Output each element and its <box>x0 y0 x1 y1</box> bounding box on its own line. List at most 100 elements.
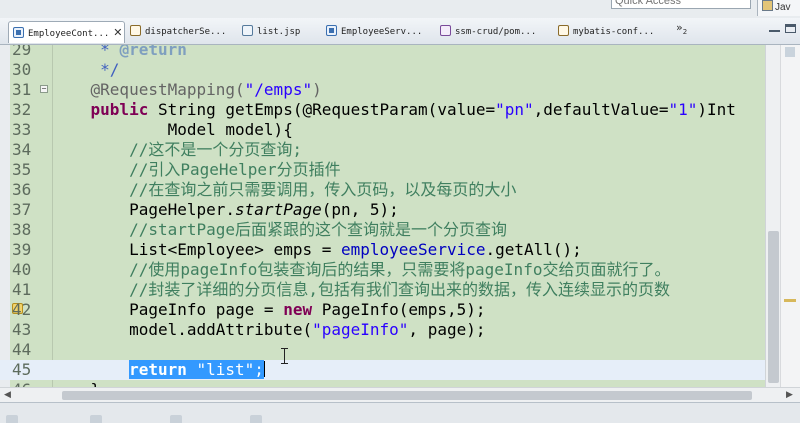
code-token: startPage <box>235 200 322 219</box>
code-token: (pn, 5); <box>321 200 399 219</box>
tab-dispatcher-servlet[interactable]: dispatcherSe... <box>126 21 234 43</box>
horizontal-scroll-thumb[interactable] <box>62 391 752 400</box>
line-number: 42 <box>12 300 32 319</box>
line-number: 39 <box>12 240 32 259</box>
code-token: //这不是一个分页查询; <box>52 140 302 159</box>
overview-status-icon <box>785 47 795 57</box>
line-number: 46 <box>12 380 42 387</box>
line-number: 40 <box>12 260 32 279</box>
code-line[interactable]: 36 //在查询之前只需要调用，传入页码，以及每页的大小 <box>0 180 765 200</box>
code-line[interactable]: 39 List<Employee> emps = employeeService… <box>0 240 765 260</box>
code-text: model.addAttribute("pageInfo", page); <box>52 320 485 340</box>
code-token: //封装了详细的分页信息,包括有我们查询出来的数据，传入连续显示的页数 <box>52 280 670 299</box>
line-number: 38 <box>12 220 32 239</box>
code-line[interactable]: 33 Model model){ <box>0 120 765 140</box>
code-token: ) <box>312 80 322 99</box>
code-text: //startPage后面紧跟的这个查询就是一个分页查询 <box>52 220 507 240</box>
close-icon[interactable]: ✕ <box>113 22 122 43</box>
code-token: "pn" <box>495 100 534 119</box>
code-token: String getEmps(@RequestParam(value= <box>148 100 496 119</box>
line-number: 34 <box>12 140 32 159</box>
line-number: 44 <box>12 340 32 359</box>
code-text: //引入PageHelper分页插件 <box>52 160 341 180</box>
maven-file-icon <box>440 25 451 36</box>
code-text: List<Employee> emps = employeeService.ge… <box>52 240 582 260</box>
code-line[interactable]: 38 //startPage后面紧跟的这个查询就是一个分页查询 <box>0 220 765 240</box>
tab-label: EmployeeServ... <box>341 27 423 37</box>
tab-label: mybatis-conf... <box>573 27 655 37</box>
overflow-count: 2 <box>682 28 688 37</box>
scroll-left-icon[interactable]: ◀ <box>4 390 11 400</box>
code-token: model.addAttribute( <box>52 320 313 339</box>
line-number: 32 <box>12 100 32 119</box>
tab-mybatis-config[interactable]: mybatis-conf... <box>554 21 666 43</box>
quick-access-input[interactable] <box>611 0 751 9</box>
code-line[interactable]: 44 <box>0 340 765 360</box>
code-line[interactable]: 45 return "list"; <box>0 360 765 380</box>
code-line[interactable]: 37 PageHelper.startPage(pn, 5); <box>0 200 765 220</box>
code-line[interactable]: 40 //使用pageInfo包装查询后的结果，只需要将pageInfo交给页面… <box>0 260 765 280</box>
vertical-scrollbar[interactable] <box>765 45 781 387</box>
line-number: 35 <box>12 160 32 179</box>
code-line[interactable]: 41 //封装了详细的分页信息,包括有我们查询出来的数据，传入连续显示的页数 <box>0 280 765 300</box>
selected-token: "list" <box>196 360 255 379</box>
xml-file-icon <box>558 25 569 36</box>
code-line[interactable]: 32 public String getEmps(@RequestParam(v… <box>0 100 765 120</box>
code-token: PageInfo(emps,5); <box>312 300 486 319</box>
scroll-right-icon[interactable]: ▶ <box>786 390 793 400</box>
code-token: //使用pageInfo包装查询后的结果，只需要将pageInfo交给页面就行了… <box>52 260 671 279</box>
warning-marker[interactable] <box>784 299 796 302</box>
text-cursor-icon <box>281 348 289 364</box>
java-perspective-button[interactable]: Jav <box>757 0 800 16</box>
line-number: 29 <box>12 45 32 59</box>
tab-employee-controller[interactable]: EmployeeCont... ✕ <box>8 21 125 43</box>
tab-label: dispatcherSe... <box>145 27 227 37</box>
line-number: 31 <box>12 80 32 99</box>
code-token: * <box>52 45 120 59</box>
code-text: PageInfo page = new PageInfo(emps,5); <box>52 300 485 320</box>
maximize-icon[interactable] <box>785 24 796 33</box>
perspective-label: Jav <box>775 2 791 13</box>
code-token: */ <box>52 60 120 79</box>
line-number: 41 <box>12 280 32 299</box>
tab-pom-xml[interactable]: ssm-crud/pom... <box>436 21 548 43</box>
code-line[interactable]: 46 } <box>0 380 765 387</box>
code-text: Model model){ <box>52 120 293 140</box>
code-token: Model model){ <box>52 120 293 139</box>
tab-overflow-button[interactable]: »2 <box>676 21 687 36</box>
code-token: PageHelper. <box>52 200 236 219</box>
bottom-panel-tabs <box>0 402 800 423</box>
code-line[interactable]: 42 PageInfo page = new PageInfo(emps,5); <box>0 300 765 320</box>
code-text: PageHelper.startPage(pn, 5); <box>52 200 399 220</box>
code-text: //封装了详细的分页信息,包括有我们查询出来的数据，传入连续显示的页数 <box>52 280 670 300</box>
code-line[interactable]: 34 //这不是一个分页查询; <box>0 140 765 160</box>
code-line[interactable]: 30 */ <box>0 60 765 80</box>
overflow-chevron-icon: » <box>676 21 683 34</box>
selected-token: return <box>129 360 187 379</box>
code-token: employeeService <box>340 240 486 259</box>
selected-token: ; <box>254 360 264 379</box>
code-token: } <box>52 380 101 387</box>
java-perspective-icon <box>762 0 773 11</box>
xml-file-icon <box>130 25 141 36</box>
code-line[interactable]: 35 //引入PageHelper分页插件 <box>0 160 765 180</box>
fold-toggle-icon[interactable]: − <box>40 85 48 93</box>
minimize-icon[interactable] <box>769 24 780 32</box>
code-token: PageInfo page = <box>52 300 284 319</box>
java-code-editor[interactable]: 29 * @return 30 */31− @RequestMapping("/e… <box>0 45 765 387</box>
tab-label: list.jsp <box>257 27 301 37</box>
tab-label: EmployeeCont... <box>28 29 110 39</box>
vertical-scroll-thumb[interactable] <box>768 231 779 383</box>
overview-ruler[interactable] <box>780 45 800 387</box>
tab-employee-service[interactable]: EmployeeServ... <box>322 21 427 43</box>
java-file-icon <box>13 27 24 38</box>
line-number: 30 <box>12 60 32 79</box>
code-token: "1" <box>668 100 698 119</box>
horizontal-scrollbar[interactable]: ◀ ▶ <box>0 387 800 403</box>
code-line[interactable]: 29 * @return <box>0 45 765 60</box>
code-token: //引入PageHelper分页插件 <box>52 160 341 179</box>
code-line[interactable]: 43 model.addAttribute("pageInfo", page); <box>0 320 765 340</box>
code-line[interactable]: 31− @RequestMapping("/emps") <box>0 80 765 100</box>
tab-list-jsp[interactable]: list.jsp <box>238 21 323 43</box>
